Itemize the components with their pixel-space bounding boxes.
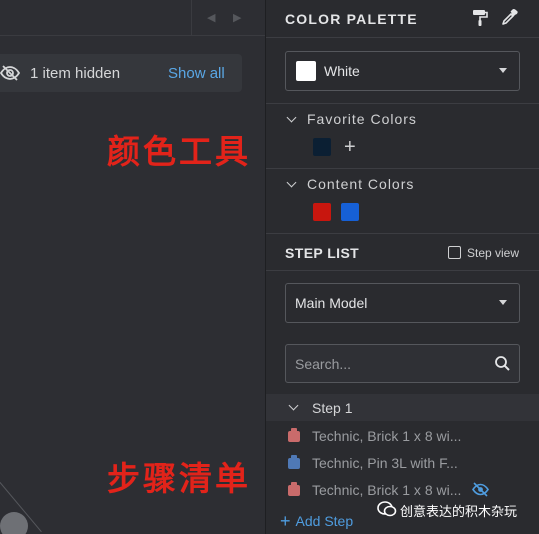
chevron-down-icon <box>286 112 297 123</box>
part-label: Technic, Brick 1 x 8 wi... <box>312 428 462 444</box>
part-label: Technic, Pin 3L with F... <box>312 455 458 471</box>
chevron-down-icon <box>499 300 507 305</box>
content-color-chip-red[interactable] <box>313 203 331 221</box>
eye-slash-icon[interactable] <box>472 482 489 502</box>
hidden-items-bar: 1 item hidden Show all <box>0 54 242 92</box>
content-colors-label: Content Colors <box>307 176 415 192</box>
add-step-button[interactable]: + Add Step <box>280 510 353 531</box>
content-colors-header[interactable]: Content Colors <box>286 176 415 192</box>
paint-roller-icon[interactable] <box>472 9 488 32</box>
color-palette-title: COLOR PALETTE <box>285 11 418 27</box>
model-viewport[interactable]: ◀ ▶ 1 item hidden Show all 颜色工具 步骤清单 <box>0 0 265 534</box>
step-search-field[interactable]: Search... <box>285 344 520 383</box>
side-panel: COLOR PALETTE White Favorite Colors + Co… <box>265 0 539 534</box>
part-list-item[interactable]: Technic, Pin 3L with F... <box>266 450 539 476</box>
selected-color-label: White <box>324 63 360 79</box>
viewport-toolbar: ◀ ▶ <box>0 0 265 36</box>
search-icon[interactable] <box>494 355 511 377</box>
divider <box>266 37 539 38</box>
chevron-down-icon <box>499 68 507 73</box>
divider <box>266 270 539 271</box>
selected-color-dropdown[interactable]: White <box>285 51 520 91</box>
divider <box>266 168 539 169</box>
part-list-item[interactable]: Technic, Brick 1 x 8 wi... <box>266 477 539 503</box>
add-favorite-color-icon[interactable]: + <box>344 137 356 157</box>
pin-icon <box>288 455 300 469</box>
toolbar-separator <box>191 0 192 36</box>
forward-arrow-icon[interactable]: ▶ <box>233 11 241 24</box>
selected-color-swatch <box>296 61 316 81</box>
eye-slash-icon <box>0 64 21 87</box>
add-step-label: Add Step <box>295 513 354 529</box>
part-list-item[interactable]: Technic, Brick 1 x 8 wi... <box>266 423 539 449</box>
watermark-text: 创意表达的积木杂玩 <box>400 505 518 520</box>
show-all-link[interactable]: Show all <box>168 65 225 82</box>
step-view-label: Step view <box>467 246 520 260</box>
step-label: Step 1 <box>312 400 353 416</box>
model-select-label: Main Model <box>295 295 368 311</box>
favorite-colors-header[interactable]: Favorite Colors <box>286 111 417 127</box>
wechat-logo-icon <box>377 501 397 522</box>
back-arrow-icon[interactable]: ◀ <box>207 11 215 24</box>
content-color-chip-blue[interactable] <box>341 203 359 221</box>
chevron-down-icon <box>286 177 297 188</box>
eyedropper-icon[interactable] <box>501 9 518 31</box>
plus-icon: + <box>280 511 291 531</box>
brick-icon <box>288 428 300 442</box>
divider <box>266 103 539 104</box>
step-view-checkbox[interactable] <box>448 246 461 259</box>
step-list-title: STEP LIST <box>285 245 360 261</box>
annotation-step-list: 步骤清单 <box>107 459 251 498</box>
annotation-color-tools: 颜色工具 <box>107 132 251 171</box>
divider <box>266 233 539 234</box>
brick-icon <box>288 482 300 496</box>
app-root: ◀ ▶ 1 item hidden Show all 颜色工具 步骤清单 COL… <box>0 0 539 534</box>
part-label: Technic, Brick 1 x 8 wi... <box>312 482 462 498</box>
model-part-disc[interactable] <box>0 512 28 534</box>
step-row[interactable]: Step 1 <box>266 394 539 421</box>
favorite-color-chip[interactable] <box>313 138 331 156</box>
chevron-down-icon <box>288 400 299 411</box>
favorite-colors-label: Favorite Colors <box>307 111 417 127</box>
search-placeholder: Search... <box>295 356 352 372</box>
hidden-count-text: 1 item hidden <box>30 65 121 82</box>
model-select-dropdown[interactable]: Main Model <box>285 283 520 323</box>
